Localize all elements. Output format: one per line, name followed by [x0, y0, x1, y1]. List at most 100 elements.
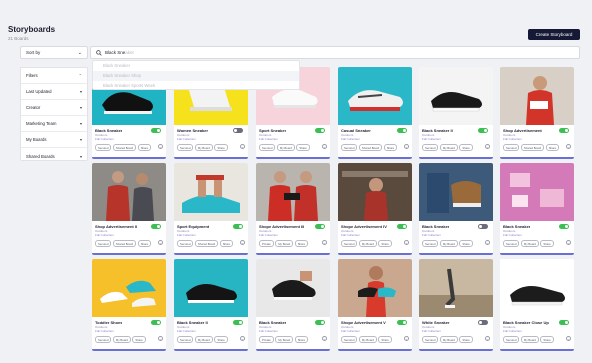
active-toggle[interactable] — [151, 320, 161, 325]
my-board-tag[interactable]: My Board — [275, 240, 294, 247]
my-board-tag[interactable]: My Board — [276, 144, 295, 151]
more-options-icon[interactable]: ⌄ — [240, 240, 245, 245]
secured-tag[interactable]: Secured — [259, 144, 276, 151]
more-options-icon[interactable]: ⌄ — [158, 144, 163, 149]
my-board-tag[interactable]: My Board — [358, 240, 377, 247]
secured-tag[interactable]: Secured — [341, 336, 358, 343]
secured-tag[interactable]: Secured — [422, 336, 439, 343]
suggestion-item[interactable]: Black Sneaker Shop — [93, 71, 299, 81]
search-input[interactable]: Black Sne aker — [90, 46, 580, 59]
more-options-icon[interactable]: ⌄ — [485, 240, 490, 245]
active-toggle[interactable] — [233, 128, 243, 133]
storyboard-thumbnail[interactable] — [256, 259, 330, 317]
storyboard-card[interactable]: Black Sneaker II Outdoors Fall Collection S… — [419, 67, 493, 159]
storyboard-thumbnail[interactable] — [500, 163, 574, 221]
share-tag[interactable]: Share — [545, 144, 560, 151]
secured-tag[interactable]: Secured — [95, 336, 112, 343]
storyboard-card[interactable]: Sport Equipment Outdoors Fall Collection Se… — [174, 163, 248, 255]
storyboard-card[interactable]: Black Sneaker Close Up Outdoors Fall Colle… — [500, 259, 574, 351]
active-toggle[interactable] — [315, 224, 325, 229]
storyboard-thumbnail[interactable] — [419, 67, 493, 125]
filter-shared-boards[interactable]: Shared Boards ▾ — [21, 148, 87, 164]
storyboard-card[interactable]: Black Sneaker Outdoors Fall Collection Secu… — [419, 163, 493, 255]
storyboard-thumbnail[interactable] — [419, 163, 493, 221]
sort-by-dropdown[interactable]: Sort by ⌄ — [20, 46, 88, 59]
filter-last-updated[interactable]: Last Updated ▾ — [21, 84, 87, 100]
more-options-icon[interactable]: ⌄ — [485, 336, 490, 341]
shared-board-tag[interactable]: Shared Board — [358, 144, 383, 151]
share-tag[interactable]: Share — [294, 336, 309, 343]
private-tag[interactable]: Private — [259, 240, 274, 247]
my-board-tag[interactable]: My Board — [520, 336, 539, 343]
secured-tag[interactable]: Secured — [503, 240, 520, 247]
my-board-tag[interactable]: My Board — [194, 144, 213, 151]
more-options-icon[interactable]: ⌄ — [566, 240, 571, 245]
storyboard-thumbnail[interactable] — [174, 163, 248, 221]
storyboard-thumbnail[interactable] — [256, 163, 330, 221]
storyboard-card[interactable]: Shop Advertisement II Outdoors Fall Collec… — [92, 163, 166, 255]
storyboard-thumbnail[interactable] — [92, 259, 166, 317]
share-tag[interactable]: Share — [214, 336, 228, 343]
storyboard-thumbnail[interactable] — [338, 259, 412, 317]
secured-tag[interactable]: Secured — [95, 144, 112, 151]
secured-tag[interactable]: Secured — [177, 240, 194, 247]
my-board-tag[interactable]: My Board — [194, 336, 213, 343]
share-tag[interactable]: Share — [540, 336, 554, 343]
more-options-icon[interactable]: ⌄ — [240, 336, 245, 341]
secured-tag[interactable]: Secured — [95, 240, 112, 247]
storyboard-card[interactable]: Black Sneaker Outdoors Fall Collection Secu… — [500, 163, 574, 255]
active-toggle[interactable] — [397, 320, 407, 325]
more-options-icon[interactable]: ⌄ — [158, 336, 163, 341]
storyboard-card[interactable]: Shope Advertisement V Outdoors Fall Collec… — [338, 259, 412, 351]
my-board-tag[interactable]: My Board — [275, 336, 294, 343]
my-board-tag[interactable]: My Board — [439, 240, 458, 247]
secured-tag[interactable]: Secured — [503, 144, 520, 151]
storyboard-card[interactable]: Shop Advertisement Outdoors Fall Collectio… — [500, 67, 574, 159]
active-toggle[interactable] — [151, 128, 161, 133]
share-tag[interactable]: Share — [214, 144, 228, 151]
my-board-tag[interactable]: My Board — [520, 240, 539, 247]
secured-tag[interactable]: Secured — [341, 144, 358, 151]
secured-tag[interactable]: Secured — [503, 336, 520, 343]
active-toggle[interactable] — [233, 224, 243, 229]
active-toggle[interactable] — [397, 128, 407, 133]
active-toggle[interactable] — [315, 320, 325, 325]
more-options-icon[interactable]: ⌄ — [240, 144, 245, 149]
more-options-icon[interactable]: ⌄ — [404, 336, 409, 341]
more-options-icon[interactable]: ⌄ — [485, 144, 490, 149]
more-options-icon[interactable]: ⌄ — [322, 240, 327, 245]
suggestion-item[interactable]: Black Sneaker — [93, 61, 299, 71]
filters-header[interactable]: Filters ⌃ — [21, 68, 87, 84]
active-toggle[interactable] — [233, 320, 243, 325]
more-options-icon[interactable]: ⌄ — [158, 240, 163, 245]
storyboard-thumbnail[interactable] — [500, 67, 574, 125]
storyboard-thumbnail[interactable] — [92, 163, 166, 221]
storyboard-card[interactable]: Black Sneaker Outdoors Fall Collection Priv… — [256, 259, 330, 351]
share-tag[interactable]: Share — [132, 336, 146, 343]
active-toggle[interactable] — [478, 128, 488, 133]
storyboard-thumbnail[interactable] — [419, 259, 493, 317]
share-tag[interactable]: Share — [294, 240, 309, 247]
active-toggle[interactable] — [151, 224, 161, 229]
more-options-icon[interactable]: ⌄ — [322, 144, 327, 149]
storyboard-thumbnail[interactable] — [338, 163, 412, 221]
active-toggle[interactable] — [478, 224, 488, 229]
suggestion-item[interactable]: Black Sneaker Sports Week — [93, 81, 299, 91]
more-options-icon[interactable]: ⌄ — [566, 336, 571, 341]
my-board-tag[interactable]: My Board — [439, 144, 458, 151]
active-toggle[interactable] — [397, 224, 407, 229]
shared-board-tag[interactable]: Shared Board — [112, 144, 137, 151]
storyboard-thumbnail[interactable] — [500, 259, 574, 317]
share-tag[interactable]: Share — [459, 144, 473, 151]
secured-tag[interactable]: Secured — [422, 240, 439, 247]
secured-tag[interactable]: Secured — [341, 240, 358, 247]
filter-marketing-team[interactable]: Marketing Team ▾ — [21, 116, 87, 132]
create-storyboard-button[interactable]: Create Storyboard — [528, 29, 580, 40]
more-options-icon[interactable]: ⌄ — [404, 240, 409, 245]
share-tag[interactable]: Share — [459, 240, 473, 247]
shared-board-tag[interactable]: Shared Board — [112, 240, 137, 247]
storyboard-card[interactable]: Toddler Shoes Outdoors Fall Collection Secu… — [92, 259, 166, 351]
active-toggle[interactable] — [559, 320, 569, 325]
more-options-icon[interactable]: ⌄ — [322, 336, 327, 341]
storyboard-card[interactable]: Shope Advertisement IV Outdoors Fall Colle… — [338, 163, 412, 255]
